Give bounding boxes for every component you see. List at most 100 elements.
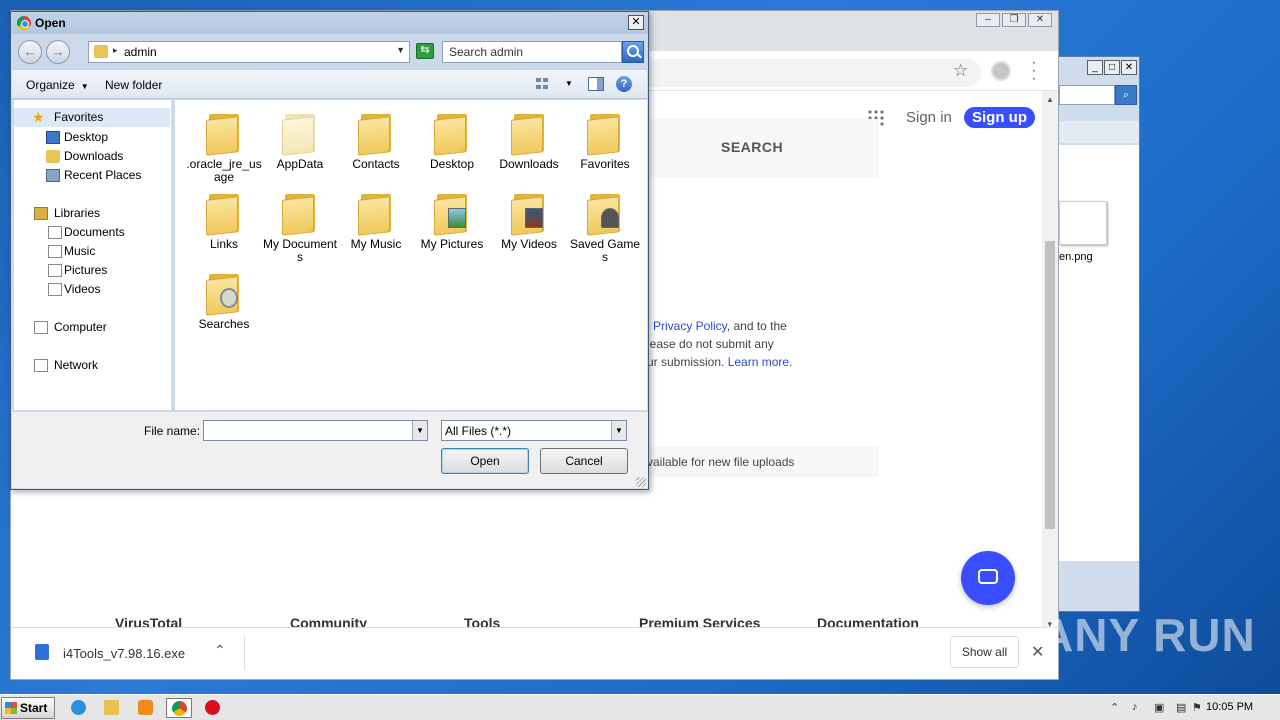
preview-pane-icon[interactable] bbox=[588, 77, 604, 91]
film-strip-icon bbox=[525, 208, 543, 228]
file-name-input[interactable]: ▼ bbox=[203, 420, 428, 441]
nav-item-documents[interactable]: Documents bbox=[14, 223, 170, 242]
close-button[interactable]: ✕ bbox=[628, 15, 644, 30]
nav-item-favorites[interactable]: ★ Favorites bbox=[14, 108, 170, 127]
hidden-folder-icon bbox=[282, 110, 318, 156]
help-icon[interactable]: ? bbox=[616, 76, 632, 92]
close-button[interactable]: ✕ bbox=[1121, 60, 1137, 75]
file-thumbnail[interactable] bbox=[1059, 201, 1107, 245]
new-folder-button[interactable]: New folder bbox=[105, 78, 162, 92]
restore-button[interactable]: ❐ bbox=[1002, 13, 1026, 27]
cancel-button[interactable]: Cancel bbox=[540, 448, 628, 474]
nav-item-label: Recent Places bbox=[64, 168, 142, 182]
chevron-up-icon[interactable]: ⌃ bbox=[1110, 701, 1119, 714]
command-bar: Organize ▼ New folder ▼ ? bbox=[12, 69, 647, 99]
privacy-policy-link[interactable]: Privacy Policy bbox=[653, 319, 727, 333]
refresh-icon[interactable]: ⇆ bbox=[416, 43, 434, 59]
resize-grip[interactable] bbox=[636, 477, 646, 487]
menu-kebab-icon[interactable]: · · · bbox=[1029, 55, 1039, 87]
chevron-right-icon[interactable]: ▸ bbox=[113, 45, 118, 56]
nav-item-computer[interactable]: Computer bbox=[14, 318, 170, 337]
nav-item-downloads[interactable]: Downloads bbox=[14, 147, 170, 166]
volume-icon[interactable]: ♪ bbox=[1132, 701, 1138, 713]
folder-my-documents[interactable]: My Documents bbox=[262, 190, 338, 264]
nav-item-desktop[interactable]: Desktop bbox=[14, 128, 170, 147]
videos-icon bbox=[48, 283, 62, 296]
forward-button[interactable]: → bbox=[46, 40, 70, 64]
search-input[interactable] bbox=[1059, 85, 1115, 105]
maximize-button[interactable]: □ bbox=[1104, 60, 1120, 75]
search-icon[interactable] bbox=[622, 41, 644, 63]
close-button[interactable]: ✕ bbox=[1028, 13, 1052, 27]
searches-folder-icon bbox=[206, 270, 242, 316]
tab-search[interactable]: SEARCH bbox=[631, 119, 879, 177]
chevron-up-icon[interactable]: ⌃ bbox=[214, 642, 226, 659]
download-filename[interactable]: i4Tools_v7.98.16.exe bbox=[63, 646, 185, 661]
chevron-down-icon[interactable]: ▼ bbox=[396, 45, 405, 55]
scroll-up-icon[interactable]: ▲ bbox=[1046, 95, 1054, 104]
chevron-down-icon[interactable]: ▼ bbox=[611, 421, 626, 440]
search-icon[interactable]: ⌕ bbox=[1115, 85, 1137, 105]
folder-my-music[interactable]: My Music bbox=[338, 190, 414, 251]
profile-avatar[interactable] bbox=[991, 61, 1011, 81]
nav-item-recent-places[interactable]: Recent Places bbox=[14, 166, 170, 185]
taskbar-chrome[interactable] bbox=[166, 698, 192, 718]
chevron-down-icon[interactable]: ▼ bbox=[565, 79, 573, 88]
nav-item-music[interactable]: Music bbox=[14, 242, 170, 261]
sign-up-button[interactable]: Sign up bbox=[964, 107, 1035, 128]
folder-label: Favorites bbox=[580, 157, 630, 171]
clock[interactable]: 10:05 PM bbox=[1206, 701, 1253, 713]
file-type-select[interactable]: All Files (*.*) ▼ bbox=[441, 420, 627, 441]
magnifier-icon bbox=[220, 288, 238, 308]
download-file-icon[interactable] bbox=[35, 644, 49, 660]
minimize-button[interactable]: _ bbox=[1087, 60, 1103, 75]
address-bar[interactable]: ▸ admin ▼ bbox=[88, 41, 410, 63]
folder-appdata[interactable]: AppData bbox=[262, 110, 338, 171]
folder-oracle-jre-usage[interactable]: .oracle_jre_usage bbox=[186, 110, 262, 184]
taskbar-explorer[interactable] bbox=[99, 698, 125, 718]
nav-item-libraries[interactable]: Libraries bbox=[14, 204, 170, 223]
views-icon[interactable] bbox=[536, 78, 550, 90]
folder-saved-games[interactable]: Saved Games bbox=[567, 190, 643, 264]
flag-icon[interactable]: ⚑ bbox=[1192, 701, 1202, 714]
sign-in-link[interactable]: Sign in bbox=[906, 109, 952, 126]
nav-item-pictures[interactable]: Pictures bbox=[14, 261, 170, 280]
start-button[interactable]: Start bbox=[1, 697, 55, 719]
network-icon[interactable]: ▣ bbox=[1154, 701, 1164, 714]
chevron-down-icon[interactable]: ▼ bbox=[412, 421, 427, 440]
nav-item-network[interactable]: Network bbox=[14, 356, 170, 375]
back-button[interactable]: ← bbox=[18, 40, 42, 64]
learn-more-link[interactable]: Learn more. bbox=[728, 355, 793, 369]
folder-downloads[interactable]: Downloads bbox=[491, 110, 567, 171]
page-scrollbar[interactable]: ▲ ▼ bbox=[1042, 91, 1058, 629]
folder-my-pictures[interactable]: My Pictures bbox=[414, 190, 490, 251]
scrollbar-thumb[interactable] bbox=[1045, 241, 1055, 529]
videos-folder-icon bbox=[511, 190, 547, 236]
minimize-button[interactable]: – bbox=[976, 13, 1000, 27]
folder-my-videos[interactable]: My Videos bbox=[491, 190, 567, 251]
printer-icon[interactable]: ▤ bbox=[1176, 701, 1186, 714]
folder-contacts[interactable]: Contacts bbox=[338, 110, 414, 171]
folder-links[interactable]: Links bbox=[186, 190, 262, 251]
file-label[interactable]: en.png bbox=[1059, 251, 1093, 263]
folder-desktop[interactable]: Desktop bbox=[414, 110, 490, 171]
bookmark-star-icon[interactable]: ☆ bbox=[953, 61, 968, 81]
folder-label: AppData bbox=[276, 157, 324, 171]
taskbar-media-player[interactable] bbox=[133, 698, 159, 718]
pictures-folder-icon bbox=[434, 190, 470, 236]
opera-icon bbox=[205, 700, 220, 715]
address-bar[interactable] bbox=[641, 59, 981, 87]
taskbar-ie[interactable] bbox=[66, 698, 92, 718]
open-button[interactable]: Open bbox=[441, 448, 529, 474]
folder-icon bbox=[206, 190, 242, 236]
dialog-title: Open bbox=[35, 16, 66, 30]
taskbar: Start ⌃ ♪ ▣ ▤ ⚑ 10:05 PM bbox=[0, 694, 1280, 720]
folder-favorites[interactable]: Favorites bbox=[567, 110, 643, 171]
organize-button[interactable]: Organize ▼ bbox=[26, 78, 89, 92]
folder-searches[interactable]: Searches bbox=[186, 270, 262, 331]
nav-item-videos[interactable]: Videos bbox=[14, 280, 170, 299]
chat-button[interactable] bbox=[961, 551, 1015, 605]
search-input[interactable]: Search admin bbox=[442, 41, 622, 63]
taskbar-opera[interactable] bbox=[200, 698, 226, 718]
show-all-button[interactable]: Show all bbox=[950, 636, 1019, 668]
